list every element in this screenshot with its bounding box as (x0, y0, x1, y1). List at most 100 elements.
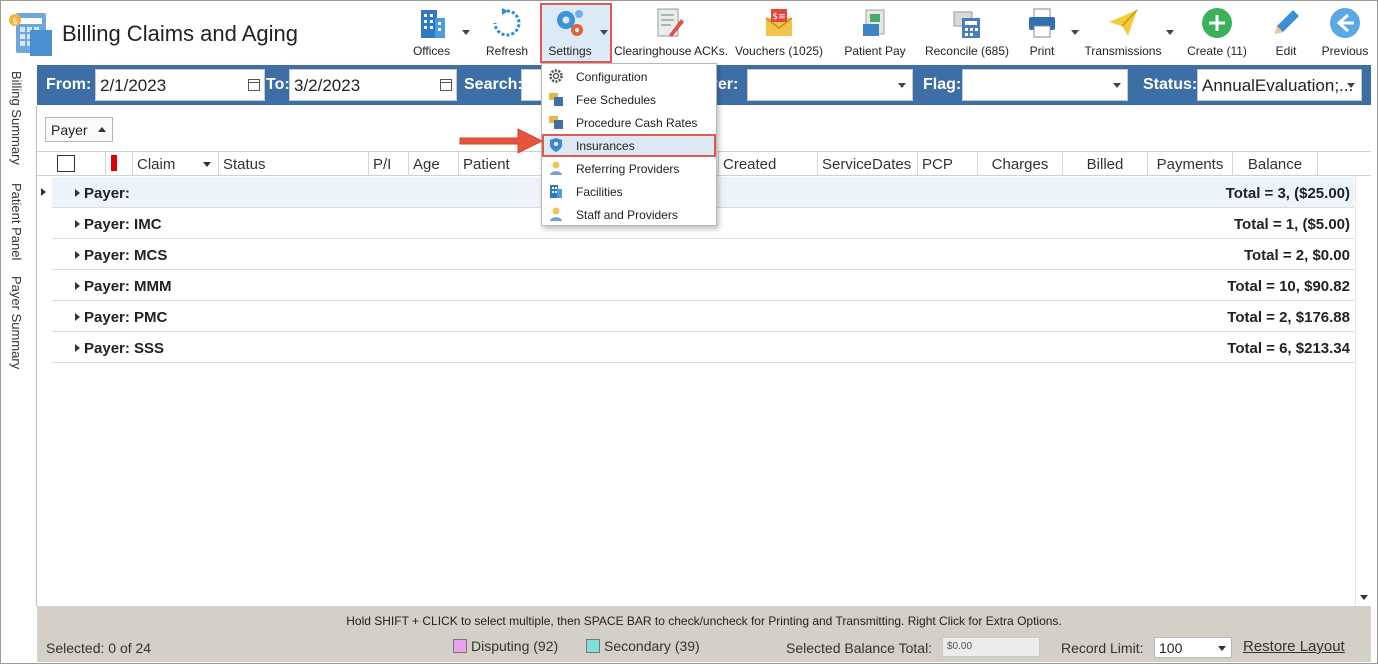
tab-payer-summary[interactable]: Payer Summary (9, 276, 24, 369)
group-name: Payer: PMC (84, 309, 168, 326)
menu-item-fee-schedules[interactable]: Fee Schedules (542, 88, 716, 111)
group-name: Payer: SSS (84, 340, 165, 357)
vertical-scrollbar[interactable] (1355, 176, 1371, 606)
selected-balance-field: $0.00 (942, 637, 1040, 657)
col-billed[interactable]: Billed (1063, 152, 1148, 176)
building-icon (415, 6, 449, 40)
col-claim-label: Claim (137, 156, 176, 173)
group-row[interactable]: Payer: SSS Total = 6, $213.34 (52, 332, 1354, 363)
refresh-button[interactable]: Refresh (482, 2, 532, 62)
group-row[interactable]: Payer: PMC Total = 2, $176.88 (52, 301, 1354, 332)
settings-button[interactable]: Settings (542, 2, 598, 62)
disputing-label: Disputing (92) (471, 638, 559, 654)
menu-item-facilities[interactable]: Facilities (542, 180, 716, 203)
print-dropdown-icon[interactable] (1071, 30, 1079, 35)
transmissions-dropdown-icon[interactable] (1166, 30, 1174, 35)
col-pcp[interactable]: PCP (918, 152, 978, 176)
edit-button[interactable]: Edit (1264, 2, 1308, 62)
provider-icon (548, 160, 564, 176)
chevron-down-icon (898, 83, 906, 88)
menu-item-configuration[interactable]: Configuration (542, 65, 716, 88)
clearinghouse-acks-button[interactable]: Clearinghouse ACKs. (614, 2, 728, 62)
gear-icon (548, 68, 564, 84)
selected-balance-label: Selected Balance Total: (786, 640, 933, 656)
flag-select[interactable] (962, 69, 1128, 101)
to-date-value: 3/2/2023 (294, 76, 361, 95)
gears-icon (553, 6, 587, 40)
pencil-icon (1269, 6, 1303, 40)
col-age[interactable]: Age (409, 152, 459, 176)
col-claim[interactable]: Claim (133, 152, 219, 176)
create-label: Create (11) (1187, 44, 1247, 58)
refresh-label: Refresh (485, 44, 529, 58)
col-charges[interactable]: Charges (978, 152, 1063, 176)
menu-item-insurances[interactable]: Insurances (542, 134, 716, 157)
sort-ascending-icon (98, 127, 106, 132)
record-limit-select[interactable]: 100 (1154, 637, 1232, 658)
expand-icon[interactable] (75, 189, 80, 197)
col-balance[interactable]: Balance (1233, 152, 1318, 176)
patient-pay-button[interactable]: Patient Pay (840, 2, 910, 62)
app-title: Billing Claims and Aging (62, 21, 299, 46)
group-row[interactable]: Payer: MMM Total = 10, $90.82 (52, 270, 1354, 301)
offices-button[interactable]: Offices (404, 2, 459, 62)
col-pi[interactable]: P/I (369, 152, 409, 176)
group-total: Total = 2, $176.88 (1227, 309, 1350, 326)
shield-icon (548, 137, 564, 153)
tab-patient-panel[interactable]: Patient Panel (9, 183, 24, 260)
from-date-input[interactable]: 2/1/2023 (95, 69, 265, 101)
record-limit-label: Record Limit: (1061, 640, 1144, 656)
offices-dropdown-icon[interactable] (462, 30, 470, 35)
menu-item-procedure-cash-rates[interactable]: Procedure Cash Rates (542, 111, 716, 134)
fee-schedule-icon (548, 91, 564, 107)
building-icon (548, 183, 564, 199)
col-status[interactable]: Status (219, 152, 369, 176)
calendar-icon[interactable] (440, 79, 452, 91)
vouchers-button[interactable]: $≡ Vouchers (1025) (735, 2, 823, 62)
menu-item-referring-providers[interactable]: Referring Providers (542, 157, 716, 180)
expand-icon[interactable] (75, 251, 80, 259)
cash-rates-icon (548, 114, 564, 130)
chevron-down-icon (1347, 83, 1355, 88)
expand-icon[interactable] (75, 313, 80, 321)
transmissions-button[interactable]: Transmissions (1084, 2, 1162, 62)
payer-select[interactable] (747, 69, 913, 101)
group-total: Total = 6, $213.34 (1227, 340, 1350, 357)
settings-dropdown-icon[interactable] (600, 30, 608, 35)
previous-button[interactable]: Previous (1320, 2, 1370, 62)
create-button[interactable]: Create (11) (1186, 2, 1248, 62)
restore-layout-link[interactable]: Restore Layout (1243, 638, 1345, 655)
secondary-swatch (586, 639, 600, 653)
tab-billing-summary[interactable]: Billing Summary (9, 71, 24, 165)
print-button[interactable]: Print (1020, 2, 1064, 62)
status-select[interactable]: AnnualEvaluation;... (1197, 69, 1362, 101)
current-row-indicator-icon (41, 188, 46, 196)
scroll-down-icon[interactable] (1360, 595, 1368, 600)
to-date-input[interactable]: 3/2/2023 (289, 69, 457, 101)
expand-icon[interactable] (75, 220, 80, 228)
menu-item-label: Facilities (576, 185, 623, 199)
menu-item-staff-and-providers[interactable]: Staff and Providers (542, 203, 716, 226)
group-by-payer-chip[interactable]: Payer (45, 117, 113, 142)
menu-item-label: Staff and Providers (576, 208, 678, 222)
flag-column[interactable] (106, 152, 133, 176)
voucher-envelope-icon: $≡ (762, 6, 796, 40)
calendar-icon[interactable] (248, 79, 260, 91)
svg-text:$≡: $≡ (772, 12, 785, 22)
status-footer: Hold SHIFT + CLICK to select multiple, t… (37, 606, 1371, 662)
selected-count: Selected: 0 of 24 (46, 640, 152, 656)
col-created[interactable]: Created (719, 152, 818, 176)
panel-divider (36, 106, 37, 606)
menu-item-label: Referring Providers (576, 162, 680, 176)
group-by-label: Payer (51, 122, 88, 138)
expand-icon[interactable] (75, 344, 80, 352)
expand-icon[interactable] (75, 282, 80, 290)
select-all-checkbox[interactable] (57, 155, 75, 172)
flag-label: Flag: (923, 76, 962, 93)
col-service-dates[interactable]: ServiceDates (818, 152, 918, 176)
group-row[interactable]: Payer: MCS Total = 2, $0.00 (52, 239, 1354, 270)
reconcile-button[interactable]: Reconcile (685) (924, 2, 1010, 62)
group-name: Payer: MMM (84, 278, 172, 295)
group-total: Total = 10, $90.82 (1227, 278, 1350, 295)
col-payments[interactable]: Payments (1148, 152, 1233, 176)
